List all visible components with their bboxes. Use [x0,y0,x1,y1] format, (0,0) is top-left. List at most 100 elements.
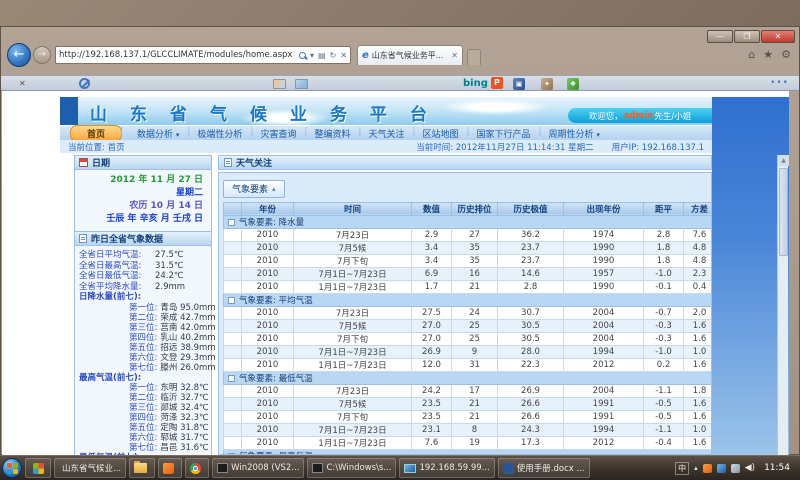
table-cell: 31 [452,358,498,371]
search-icon[interactable] [299,52,306,59]
taskbar-window-button[interactable] [158,458,182,478]
taskbar-window-button[interactable]: 192.168.59.99... [399,458,494,478]
quick-launch-media-button[interactable] [25,458,51,478]
toolbar-close-icon[interactable]: ✕ [19,79,26,88]
toolbar-overflow-icon[interactable]: ••• [770,78,789,88]
tab-close-icon[interactable]: ✕ [451,51,458,60]
scrollbar-thumb[interactable] [779,168,788,256]
taskbar-window-button[interactable]: 使用手册.docx ... [498,458,590,478]
taskbar-clock[interactable]: 11:54 [760,463,794,473]
table-cell: 7月下旬 [294,410,412,423]
group-checkbox[interactable] [228,297,235,304]
action-center-flag-icon[interactable] [717,464,726,473]
home-icon[interactable]: ⌂ [748,48,755,61]
menu-item[interactable]: 灾害查询 ▾ [251,127,305,140]
snapshot-icon[interactable] [273,79,286,89]
rank-value: 青岛 95.0mm [160,303,215,313]
stat-value: 24.2℃ [155,271,183,282]
firefox-tray-icon[interactable] [703,464,712,473]
stop-icon[interactable]: ✕ [340,51,347,60]
column-header[interactable]: 历史极值 [498,202,564,215]
table-cell: 2.8 [644,228,684,241]
table-row[interactable]: 20107月下旬23.52126.61991-0.51.6 [224,410,713,423]
element-group-row[interactable]: 气象要素: 降水量 [224,215,713,228]
table-cell: 2012 [564,436,644,449]
element-group-row[interactable]: 气象要素: 最低气温 [224,371,713,384]
network-icon[interactable] [731,464,740,473]
table-row[interactable]: 20101月1日~7月23日7.61917.32012-0.41.6 [224,436,713,449]
element-filter-button[interactable]: 气象要素 ▴ [223,180,285,198]
table-row[interactable]: 20107月5候27.02530.52004-0.31.6 [224,319,713,332]
element-group-row[interactable]: 气象要素: 平均气温 [224,293,713,306]
tools-plugin-icon[interactable]: ✦ [541,78,553,90]
bing-search-icon[interactable]: P [491,77,503,89]
volume-icon[interactable]: ◀) [745,463,755,473]
menu-item[interactable]: 极端性分析 ▾ [188,127,251,140]
column-header[interactable]: 距平 [644,202,684,215]
autocomplete-dropdown-icon[interactable]: ▾ [310,51,314,60]
menu-item[interactable]: 首页 ▾ [70,125,122,142]
table-header-row: 年份时间数值历史排位历史极值出现年份距平方差 [224,202,713,215]
column-header[interactable]: 时间 [294,202,412,215]
column-header[interactable]: 方差 [684,202,713,215]
table-row[interactable]: 20107月5候23.52126.61991-0.51.6 [224,397,713,410]
column-header[interactable]: 出现年份 [564,202,644,215]
table-row[interactable]: 20107月1日~7月23日23.1824.31994-1.11.0 [224,423,713,436]
group-checkbox[interactable] [228,375,235,382]
forward-button[interactable]: → [33,46,51,64]
mail-icon[interactable] [295,79,308,89]
table-row[interactable]: 20107月1日~7月23日26.9928.01994-1.01.0 [224,345,713,358]
taskbar-window-button[interactable] [129,458,155,478]
menu-item[interactable]: 区站地图 ▾ [413,127,467,140]
table-cell: 2010 [242,280,294,293]
popup-blocked-icon[interactable] [79,78,90,89]
language-indicator[interactable]: 中 [675,462,689,475]
column-header[interactable]: 年份 [242,202,294,215]
compatibility-icon[interactable]: ▤ [318,51,326,60]
menu-item[interactable]: 天气关注 ▾ [359,127,413,140]
start-button[interactable] [2,458,22,478]
taskbar-window-button[interactable]: Win2008 (VS2... [212,458,304,478]
refresh-icon[interactable]: ↻ [330,51,337,60]
column-header[interactable]: 历史排位 [452,202,498,215]
table-cell: 30.5 [498,332,564,345]
media-plugin-icon[interactable]: ▣ [513,78,525,90]
table-row[interactable]: 20107月1日~7月23日6.91614.61957-1.02.3 [224,267,713,280]
back-button[interactable]: ← [7,43,31,67]
favorites-star-icon[interactable]: ★ [763,48,773,61]
group-checkbox[interactable] [228,219,235,226]
column-header[interactable] [224,202,242,215]
table-cell: 1月1日~7月23日 [294,436,412,449]
settings-gear-icon[interactable]: ⚙ [781,48,791,61]
table-row[interactable]: 20107月23日24.21726.92004-1.11.8 [224,384,713,397]
new-tab-button[interactable] [467,49,481,65]
table-row[interactable]: 20107月5候3.43523.719901.84.8 [224,241,713,254]
system-tray: 中 ▴ ◀) 11:54 [675,462,798,475]
table-row[interactable]: 20107月下旬3.43523.719901.84.8 [224,254,713,267]
menu-item[interactable]: 数据分析 ▾ [128,127,188,140]
bing-toolbar-logo[interactable]: bing P [463,77,503,89]
table-row[interactable]: 20107月23日2.92736.219742.87.6 [224,228,713,241]
addons-plugin-icon[interactable]: ❖ [567,78,579,90]
menu-item[interactable]: 国家下行产品 ▾ [468,127,540,140]
table-row[interactable]: 20107月23日27.52430.72004-0.72.0 [224,306,713,319]
column-header[interactable]: 数值 [412,202,452,215]
table-cell: 28.0 [498,345,564,358]
table-row[interactable]: 20101月1日~7月23日1.7212.81990-0.10.4 [224,280,713,293]
table-row[interactable]: 20107月下旬27.02530.52004-0.31.6 [224,332,713,345]
page-scrollbar[interactable]: ▲ ▼ [777,155,788,455]
taskbar-window-button[interactable]: C:\Windows\s... [307,458,396,478]
browser-tab[interactable]: e 山东省气候业务平... ✕ [357,45,463,65]
row-checkbox-cell [224,345,242,358]
row-checkbox-cell [224,410,242,423]
table-cell: 4.8 [684,254,713,267]
address-bar[interactable]: http://192.168.137.1/GLCCLIMATE/modules/… [55,46,351,64]
taskbar-window-button[interactable] [185,458,209,478]
url-text[interactable]: http://192.168.137.1/GLCCLIMATE/modules/… [59,50,299,60]
table-row[interactable]: 20101月1日~7月23日12.03122.320120.21.6 [224,358,713,371]
taskbar-window-button[interactable]: 山东省气候业... [54,458,126,478]
menu-item[interactable]: 整编资料 ▾ [305,127,359,140]
menu-item[interactable]: 周期性分析 ▾ [540,127,609,140]
show-hidden-icons-icon[interactable]: ▴ [694,464,698,472]
scroll-up-icon[interactable]: ▲ [778,155,789,166]
